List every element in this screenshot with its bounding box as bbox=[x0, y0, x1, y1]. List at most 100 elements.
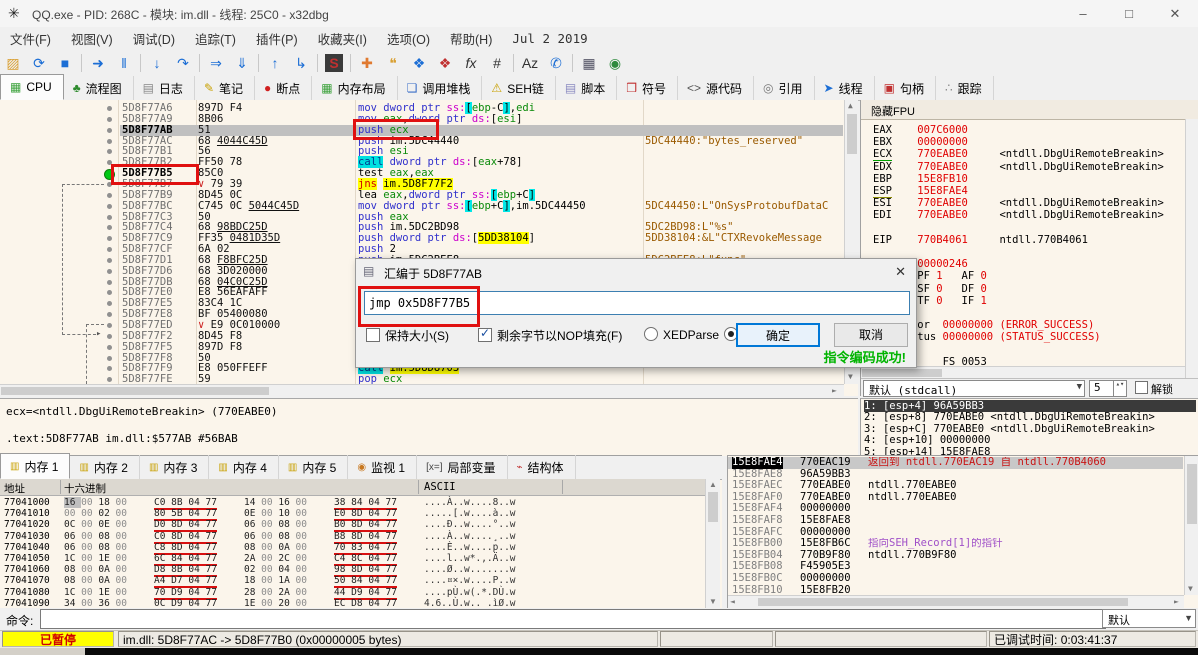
stack-row[interactable]: 15E8FAE4 770EAC19 返回到 ntdll.770EAC19 自 ntd… bbox=[728, 456, 1183, 469]
tab-脚本[interactable]: ▤ 脚本 bbox=[556, 76, 618, 100]
stack-row[interactable]: 15E8FB04 770B9F80 ntdll.770B9F80 bbox=[728, 549, 1183, 562]
dump-tab-内存 5[interactable]: ▥ 内存 5 bbox=[279, 455, 349, 479]
run-to-user-code-icon[interactable]: ↑ bbox=[262, 52, 288, 74]
restart-icon[interactable]: ⟳ bbox=[26, 52, 52, 74]
tab-日志[interactable]: ▤ 日志 bbox=[134, 76, 195, 100]
dialog-close-icon[interactable]: ✕ bbox=[895, 264, 906, 280]
row-dot[interactable] bbox=[107, 312, 112, 318]
menu-item-P[interactable]: 插件(P) bbox=[246, 26, 308, 51]
menu-item-V[interactable]: 视图(V) bbox=[61, 26, 123, 51]
menu-item-H[interactable]: 帮助(H) bbox=[440, 26, 502, 51]
tab-跟踪[interactable]: ∴ 跟踪 bbox=[936, 76, 994, 100]
keep-size-checkbox[interactable]: 保持大小(S) bbox=[366, 327, 449, 344]
scroll-up-icon[interactable]: ▲ bbox=[848, 101, 853, 110]
row-dot[interactable] bbox=[107, 106, 112, 111]
register-line[interactable]: EBP 15E8FB10 bbox=[873, 173, 968, 185]
menu-item-D[interactable]: 调试(D) bbox=[123, 26, 185, 51]
stack-row[interactable]: 15E8FB00 15E8FB6C 指向SEH_Record[1]的指针 bbox=[728, 538, 1183, 550]
row-dot[interactable] bbox=[107, 333, 112, 339]
scroll-down-icon[interactable]: ▼ bbox=[1188, 584, 1193, 593]
menu-item-O[interactable]: 选项(O) bbox=[377, 26, 440, 51]
hide-fpu-label[interactable]: 隐藏FPU bbox=[871, 103, 915, 119]
row-dot[interactable] bbox=[107, 149, 112, 155]
dump-tab-内存 2[interactable]: ▥ 内存 2 bbox=[70, 455, 140, 479]
row-dot[interactable] bbox=[107, 279, 112, 285]
pause-icon[interactable]: ‖ bbox=[111, 52, 137, 74]
step-into-icon[interactable]: ↓ bbox=[144, 52, 170, 74]
stack-row[interactable]: 15E8FB0C 00000000 bbox=[728, 572, 1183, 585]
spinner-arrows[interactable]: ▴▾ bbox=[1113, 380, 1127, 397]
menu-item-T[interactable]: 追踪(T) bbox=[185, 26, 246, 51]
register-line[interactable]: EAX 007C6000 bbox=[873, 124, 968, 136]
register-line[interactable]: ESP 15E8FAE4 bbox=[873, 185, 968, 198]
row-dot[interactable] bbox=[107, 355, 112, 361]
stack-hscrollbar[interactable]: ◄ ► bbox=[728, 595, 1184, 608]
tab-源代码[interactable]: <> 源代码 bbox=[678, 76, 755, 100]
argument-row[interactable]: 3: [esp+C] 770EABE0 <ntdll.DbgUiRemoteBr… bbox=[864, 423, 1196, 435]
register-line[interactable]: EDI 770EABE0 <ntdll.DbgUiRemoteBreakin> bbox=[873, 209, 1164, 221]
unlock-checkbox[interactable] bbox=[1135, 381, 1148, 394]
row-dot[interactable] bbox=[107, 247, 112, 253]
patch-icon[interactable]: ✚ bbox=[354, 52, 380, 74]
nop-fill-checkbox[interactable]: 剩余字节以NOP填充(F) bbox=[478, 326, 622, 344]
argument-row[interactable]: 2: [esp+8] 770EABE0 <ntdll.DbgUiRemoteBr… bbox=[864, 411, 1196, 423]
command-input[interactable] bbox=[40, 609, 1106, 629]
stop-icon[interactable]: ■ bbox=[52, 52, 78, 74]
tab-句柄[interactable]: ▣ 句柄 bbox=[875, 76, 936, 100]
ok-button[interactable]: 确定 bbox=[736, 323, 820, 347]
stack-row[interactable]: 15E8FAE8 96A59BB3 bbox=[728, 468, 1183, 481]
register-line[interactable]: ECX 770EABE0 <ntdll.DbgUiRemoteBreakin> bbox=[873, 148, 1164, 162]
menu-date-label[interactable]: Jul 2 2019 bbox=[502, 28, 597, 49]
cancel-button[interactable]: 取消 bbox=[834, 323, 908, 347]
s-badge-icon[interactable]: S bbox=[325, 53, 343, 72]
run-icon[interactable]: ➜ bbox=[85, 52, 111, 74]
tab-符号[interactable]: ❒ 符号 bbox=[617, 76, 679, 100]
stack-vscrollbar[interactable]: ▼ bbox=[1184, 456, 1198, 595]
row-dot[interactable] bbox=[107, 290, 112, 296]
scroll-right-icon[interactable]: ► bbox=[1174, 597, 1179, 606]
register-line[interactable]: EDX 770EABE0 <ntdll.DbgUiRemoteBreakin> bbox=[873, 161, 1164, 173]
tab-SEH链[interactable]: ⚠ SEH链 bbox=[482, 76, 556, 100]
dump-tab-内存 4[interactable]: ▥ 内存 4 bbox=[209, 455, 279, 479]
scroll-down-icon[interactable]: ▼ bbox=[709, 597, 717, 606]
disasm-hscrollbar[interactable]: ► bbox=[0, 384, 844, 396]
run-to-return-icon[interactable]: ⇒ bbox=[203, 52, 229, 74]
argument-row[interactable]: 1: [esp+4] 96A59BB3 bbox=[864, 400, 1196, 412]
menu-item-F[interactable]: 文件(F) bbox=[0, 26, 61, 51]
dump-vscrollbar[interactable]: ▲ ▼ bbox=[705, 479, 720, 608]
register-line[interactable]: EBX 00000000 bbox=[873, 136, 968, 148]
row-dot[interactable] bbox=[107, 127, 112, 133]
row-dot[interactable] bbox=[107, 366, 112, 372]
menu-item-I[interactable]: 收藏夹(I) bbox=[308, 26, 377, 51]
tab-流程图[interactable]: ♣ 流程图 bbox=[64, 76, 134, 100]
close-button[interactable]: ✕ bbox=[1152, 0, 1198, 27]
row-dot[interactable] bbox=[107, 225, 112, 231]
font-icon[interactable]: Az bbox=[517, 52, 543, 74]
favourites-blue-icon[interactable]: ❖ bbox=[406, 52, 432, 74]
dump-tab-内存 1[interactable]: ▥ 内存 1 bbox=[0, 453, 71, 479]
stack-row[interactable]: 15E8FAEC 770EABE0 ntdll.770EABE0 bbox=[728, 480, 1183, 492]
dump-tab-内存 3[interactable]: ▥ 内存 3 bbox=[140, 455, 210, 479]
row-dot[interactable] bbox=[107, 236, 112, 242]
stack-row[interactable]: 15E8FB08 F45905E3 bbox=[728, 561, 1183, 573]
row-dot[interactable] bbox=[107, 214, 112, 220]
tab-引用[interactable]: ◎ 引用 bbox=[754, 76, 815, 100]
checkbox-icon[interactable] bbox=[366, 328, 380, 342]
dialog-title-bar[interactable]: ▤ 汇编于 5D8F77AB ✕ bbox=[356, 259, 916, 285]
radio-icon[interactable] bbox=[644, 327, 658, 341]
tab-线程[interactable]: ➤ 线程 bbox=[815, 76, 875, 100]
stack-row[interactable]: 15E8FAFC 00000000 bbox=[728, 526, 1183, 539]
register-line[interactable]: EIP 770B4061 ntdll.770B4061 bbox=[873, 234, 1088, 246]
tab-笔记[interactable]: ✎ 笔记 bbox=[195, 76, 256, 100]
hide-fpu-bar[interactable]: 隐藏FPU bbox=[861, 100, 1198, 120]
register-line[interactable]: ESI 770EABE0 <ntdll.DbgUiRemoteBreakin> bbox=[873, 197, 1164, 209]
comment-icon[interactable]: ❝ bbox=[380, 52, 406, 74]
minimize-button[interactable]: – bbox=[1060, 0, 1106, 27]
row-dot[interactable] bbox=[107, 344, 112, 350]
hash-icon[interactable]: # bbox=[484, 52, 510, 74]
row-dot[interactable] bbox=[107, 377, 112, 383]
fx-icon[interactable]: fx bbox=[458, 52, 484, 74]
globe-icon[interactable]: ◉ bbox=[602, 52, 628, 74]
scroll-left-icon[interactable]: ◄ bbox=[730, 597, 735, 606]
tab-断点[interactable]: ● 断点 bbox=[255, 76, 313, 100]
